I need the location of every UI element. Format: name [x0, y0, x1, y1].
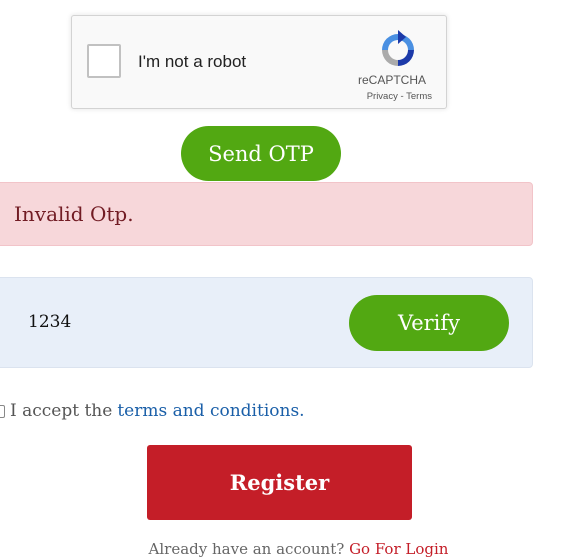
- login-prompt: Already have an account?: [148, 540, 345, 558]
- recaptcha-widget: I'm not a robot reCAPTCHA Privacy - Term…: [71, 15, 447, 109]
- recaptcha-privacy-link[interactable]: Privacy: [367, 91, 398, 102]
- recaptcha-link-separator: -: [397, 91, 407, 102]
- login-row: Already have an account? Go For Login: [0, 540, 587, 558]
- recaptcha-logo-icon: [378, 30, 418, 70]
- recaptcha-checkbox[interactable]: [87, 44, 121, 78]
- register-button[interactable]: Register: [147, 445, 412, 520]
- terms-checkbox[interactable]: [0, 404, 5, 418]
- terms-row: I accept the terms and conditions.: [0, 400, 305, 422]
- recaptcha-label: I'm not a robot: [138, 52, 247, 71]
- recaptcha-terms-link[interactable]: Terms: [406, 91, 432, 102]
- otp-input[interactable]: 1234: [28, 312, 71, 332]
- login-link[interactable]: Go For Login: [349, 540, 448, 558]
- verify-button[interactable]: Verify: [349, 295, 509, 351]
- terms-prefix: I accept the: [10, 401, 113, 421]
- error-alert: Invalid Otp.: [0, 182, 533, 246]
- recaptcha-brand: reCAPTCHA: [357, 73, 426, 87]
- error-alert-message: Invalid Otp.: [14, 202, 134, 226]
- terms-link[interactable]: terms and conditions.: [117, 401, 304, 421]
- send-otp-button[interactable]: Send OTP: [181, 126, 341, 181]
- recaptcha-links: Privacy - Terms: [367, 91, 432, 102]
